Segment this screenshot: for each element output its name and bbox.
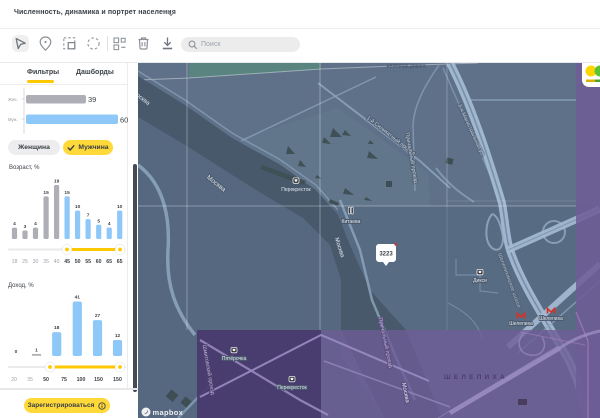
svg-text:ШЕЛЕПИХА: ШЕЛЕПИХА bbox=[444, 374, 508, 381]
svg-text:19: 19 bbox=[54, 179, 60, 185]
svg-text:12: 12 bbox=[115, 333, 121, 339]
svg-text:Перекресток: Перекресток bbox=[277, 385, 307, 391]
svg-text:60: 60 bbox=[96, 259, 102, 265]
svg-text:35: 35 bbox=[43, 259, 49, 265]
svg-text:50: 50 bbox=[75, 259, 81, 265]
svg-text:7: 7 bbox=[87, 213, 90, 219]
svg-text:25: 25 bbox=[22, 259, 28, 265]
svg-text:10: 10 bbox=[117, 204, 123, 210]
svg-text:mapbox: mapbox bbox=[153, 408, 184, 417]
svg-text:Дикси: Дикси bbox=[473, 278, 487, 284]
svg-text:150: 150 bbox=[113, 377, 122, 383]
svg-text:27: 27 bbox=[95, 313, 101, 319]
svg-text:0: 0 bbox=[15, 349, 18, 355]
svg-text:1: 1 bbox=[35, 348, 38, 354]
svg-text:40: 40 bbox=[54, 259, 60, 265]
svg-text:5: 5 bbox=[97, 218, 100, 224]
svg-text:3: 3 bbox=[24, 224, 27, 230]
svg-text:Шелепиха: Шелепиха bbox=[509, 321, 533, 327]
svg-text:10: 10 bbox=[75, 204, 81, 210]
svg-text:30: 30 bbox=[33, 259, 39, 265]
svg-text:39: 39 bbox=[88, 95, 96, 104]
svg-text:35: 35 bbox=[27, 377, 33, 383]
svg-text:Жен.: Жен. bbox=[8, 97, 18, 102]
svg-text:Китаева: Китаева bbox=[342, 219, 361, 225]
svg-text:15: 15 bbox=[64, 190, 70, 196]
svg-text:4: 4 bbox=[13, 221, 16, 227]
svg-text:18: 18 bbox=[12, 259, 18, 265]
svg-text:45: 45 bbox=[64, 259, 70, 265]
svg-text:20: 20 bbox=[11, 377, 17, 383]
svg-text:Муж.: Муж. bbox=[8, 117, 18, 122]
svg-text:железная дорога: железная дорога bbox=[386, 64, 425, 70]
svg-text:65: 65 bbox=[106, 259, 112, 265]
svg-text:75: 75 bbox=[61, 377, 67, 383]
svg-text:55: 55 bbox=[85, 259, 91, 265]
svg-text:60: 60 bbox=[120, 116, 128, 125]
svg-text:100: 100 bbox=[77, 377, 86, 383]
svg-text:50: 50 bbox=[43, 377, 49, 383]
svg-text:Перекресток: Перекресток bbox=[281, 187, 311, 193]
svg-text:4: 4 bbox=[108, 221, 111, 227]
svg-text:15: 15 bbox=[43, 190, 49, 196]
svg-text:18: 18 bbox=[54, 325, 60, 331]
svg-text:65: 65 bbox=[117, 259, 123, 265]
svg-text:Пятёрочка: Пятёрочка bbox=[222, 356, 247, 362]
svg-text:150: 150 bbox=[94, 377, 103, 383]
svg-text:3223: 3223 bbox=[379, 252, 393, 258]
svg-text:41: 41 bbox=[75, 295, 81, 301]
svg-text:4: 4 bbox=[34, 221, 37, 227]
svg-text:Шелепиха: Шелепиха bbox=[539, 316, 563, 322]
